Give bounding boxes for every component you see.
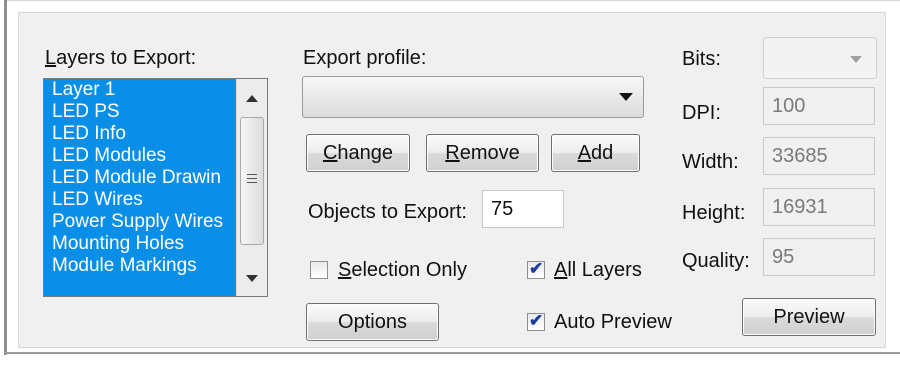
window-top-edge xyxy=(4,0,900,1)
checkmark-icon: ✔ xyxy=(529,311,544,330)
width-label: Width: xyxy=(682,151,739,173)
add-button[interactable]: Add xyxy=(551,134,640,172)
all-layers-label-text: ll Layers xyxy=(567,259,642,281)
list-item[interactable]: Power Supply Wires xyxy=(44,211,234,233)
selection-only-checkbox[interactable] xyxy=(310,261,328,279)
layers-listbox[interactable]: Layer 1 LED PS LED Info LED Modules LED … xyxy=(43,78,268,297)
list-item[interactable]: LED PS xyxy=(44,101,234,123)
remove-button-label: emove xyxy=(459,142,520,164)
list-item[interactable]: Layer 1 xyxy=(44,79,234,101)
all-layers-checkbox[interactable]: ✔ xyxy=(527,259,545,279)
change-button-label: hange xyxy=(337,142,394,164)
grip-line xyxy=(247,174,257,175)
objects-to-export-label: Objects to Export: xyxy=(308,201,467,223)
layers-label-text: ayers to Export: xyxy=(56,47,197,69)
scroll-down-arrow-icon[interactable] xyxy=(246,275,258,282)
list-item[interactable]: LED Module Drawin xyxy=(44,167,234,189)
bits-dropdown[interactable] xyxy=(763,37,877,79)
dropdown-arrow-icon xyxy=(619,93,633,101)
layers-label: Layers to Export: xyxy=(45,47,197,69)
export-profile-dropdown[interactable] xyxy=(302,76,644,118)
dropdown-arrow-icon xyxy=(850,56,862,63)
window-bottom-edge xyxy=(4,352,900,354)
list-item[interactable]: Module Markings xyxy=(44,255,234,277)
selection-only-label-text: election Only xyxy=(351,259,467,281)
list-item[interactable]: LED Info xyxy=(44,123,234,145)
list-item[interactable]: LED Wires xyxy=(44,189,234,211)
selection-only-label: Selection Only xyxy=(338,259,467,281)
list-item[interactable]: Mounting Holes xyxy=(44,233,234,255)
height-field[interactable] xyxy=(763,188,875,226)
preview-button[interactable]: Preview xyxy=(742,298,876,336)
objects-to-export-field[interactable] xyxy=(482,190,564,228)
scroll-thumb[interactable] xyxy=(240,117,264,245)
quality-label: Quality: xyxy=(682,250,750,272)
dpi-field[interactable] xyxy=(763,87,875,125)
auto-preview-checkbox[interactable]: ✔ xyxy=(527,311,545,331)
grip-line xyxy=(247,178,257,179)
dpi-label: DPI: xyxy=(682,102,721,124)
window-left-edge xyxy=(4,0,7,355)
all-layers-label: All Layers xyxy=(554,259,642,281)
bits-label: Bits: xyxy=(682,48,721,70)
layers-scrollbar[interactable] xyxy=(236,79,267,296)
options-button[interactable]: Options xyxy=(306,303,439,341)
auto-preview-label: Auto Preview xyxy=(554,311,672,333)
width-field[interactable] xyxy=(763,137,875,175)
checkmark-icon: ✔ xyxy=(529,259,544,278)
change-button[interactable]: Change xyxy=(306,134,410,172)
scroll-up-arrow-icon[interactable] xyxy=(246,95,258,102)
height-label: Height: xyxy=(682,202,746,224)
export-profile-label: Export profile: xyxy=(303,47,427,69)
layers-list: Layer 1 LED PS LED Info LED Modules LED … xyxy=(44,79,234,277)
add-button-label: dd xyxy=(591,142,614,164)
grip-line xyxy=(247,182,257,183)
list-item[interactable]: LED Modules xyxy=(44,145,234,167)
quality-field[interactable] xyxy=(763,238,875,276)
remove-button[interactable]: Remove xyxy=(426,134,539,172)
